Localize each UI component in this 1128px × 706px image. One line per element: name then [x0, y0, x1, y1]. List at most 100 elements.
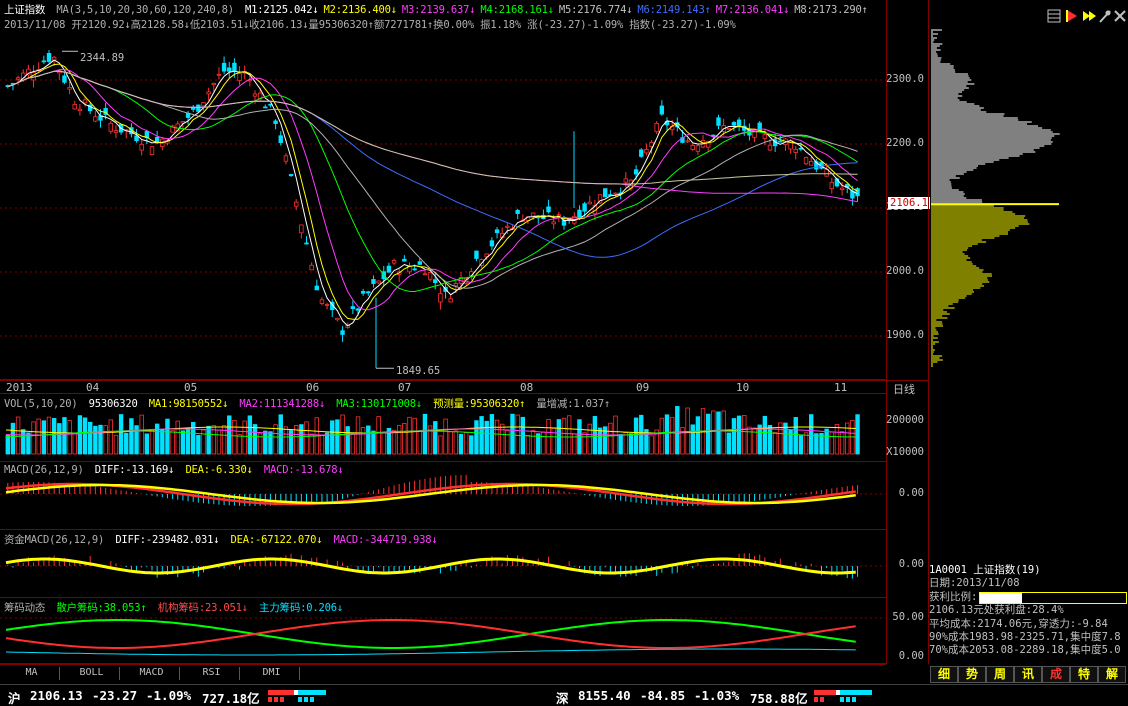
tab-macd[interactable]: MACD [124, 667, 180, 680]
month-06: 06 [306, 381, 320, 394]
tab-boll[interactable]: BOLL [64, 667, 120, 680]
macd-chart[interactable] [0, 462, 886, 530]
volume-bar [458, 434, 464, 455]
volume-bar [762, 415, 768, 455]
volume-bar [499, 423, 505, 455]
macd-panel[interactable]: MACD(26,12,9) DIFF:-13.169↓ DEA:-6.330↓ … [0, 462, 886, 530]
volume-bar [129, 418, 134, 455]
candle-body [695, 145, 701, 152]
candle-body [77, 108, 83, 112]
volume-bar [855, 414, 860, 455]
candle-body [582, 203, 587, 212]
volume-bar [541, 431, 546, 455]
volume-bar [525, 434, 531, 455]
fund-macd-axis: 0.00 [886, 530, 928, 598]
candle-body [633, 169, 639, 175]
candle-body [201, 102, 206, 107]
volume-bar [438, 435, 443, 455]
chips-chart[interactable] [0, 598, 886, 664]
volume-bar [731, 418, 737, 455]
volume-bar [505, 430, 510, 455]
candle-body [335, 317, 340, 321]
profit-bar: 28.4% [979, 591, 1127, 604]
chip-distribution-chart[interactable] [929, 0, 1128, 380]
side-btn-chips[interactable]: 成 [1042, 666, 1070, 683]
volume-bar [479, 416, 484, 455]
tab-rsi[interactable]: RSI [184, 667, 240, 680]
candle-body [304, 242, 309, 245]
side-btn-news[interactable]: 讯 [1014, 666, 1042, 683]
candle-body [417, 261, 422, 265]
side-btn-explain[interactable]: 解 [1098, 666, 1126, 683]
volume-bar [788, 429, 793, 455]
side-btn-week[interactable]: 周 [986, 666, 1014, 683]
candle-body [221, 62, 227, 72]
volume-bar [664, 414, 670, 455]
volume-bar [175, 420, 180, 455]
profit-row: 获利比例: 28.4% [929, 591, 1127, 604]
vol-unit: X10000 [886, 446, 924, 458]
macd-axis: 0.00 [886, 462, 928, 530]
price-tick-2200: 2200.0 [886, 137, 924, 149]
fund-macd-chart[interactable] [0, 530, 886, 598]
volume-bar [360, 427, 366, 455]
candle-body [803, 157, 809, 165]
sz-amount: 758.88亿 [750, 691, 808, 706]
candle-body [639, 149, 644, 157]
month-2013: 2013 [6, 381, 33, 394]
volume-bar [21, 429, 26, 455]
sz-change: -84.85 [640, 688, 686, 703]
tab-ma[interactable]: MA [4, 667, 60, 680]
candle-body [139, 143, 144, 151]
volume-chart[interactable] [0, 394, 886, 462]
candle-body [355, 308, 361, 311]
chips-panel[interactable]: 筹码动态 散户筹码:38.053↑ 机构筹码:23.051↓ 主力筹码:0.20… [0, 598, 886, 664]
candle-body [412, 268, 417, 271]
volume-bar [711, 410, 716, 455]
sh-label: 沪 [8, 691, 21, 706]
volume-bar [309, 433, 314, 455]
candle-body [67, 87, 72, 90]
side-btn-special[interactable]: 特 [1070, 666, 1098, 683]
candle-body [659, 105, 665, 115]
chip-info-box: 1A0001 上证指数(19) 日期:2013/11/08 获利比例: 28.4… [929, 564, 1127, 658]
volume-bar [36, 418, 41, 455]
volume-bar [809, 414, 814, 455]
volume-axis: 200000 X10000 [886, 394, 928, 462]
volume-bar [633, 417, 639, 455]
candle-body [613, 192, 618, 195]
fund-macd-zero-tick: 0.00 [898, 558, 924, 570]
price-tick-2000: 2000.0 [886, 265, 924, 277]
volume-bar [15, 416, 21, 455]
volume-panel[interactable]: VOL(5,10,20) 95306320 MA1:98150552↓ MA2:… [0, 394, 886, 462]
candle-body [371, 279, 376, 284]
month-05: 05 [184, 381, 198, 394]
candle-body [453, 283, 459, 287]
side-btn-trend[interactable]: 势 [958, 666, 986, 683]
candle-body [716, 117, 721, 126]
volume-bar [726, 432, 731, 455]
volume-bar [247, 415, 253, 455]
candle-body [644, 149, 649, 154]
stock-code: 1A0001 上证指数(19) [929, 564, 1041, 576]
period-axis: 日线 [886, 380, 928, 396]
volume-bar [824, 428, 829, 455]
volume-bar [118, 414, 124, 455]
candle-body [93, 116, 98, 122]
volume-bar [108, 419, 113, 455]
fund-macd-panel[interactable]: 资金MACD(26,12,9) DIFF:-239482.031↓ DEA:-6… [0, 530, 886, 598]
candle-body [314, 285, 319, 291]
month-09: 09 [636, 381, 650, 394]
volume-bar [695, 416, 701, 455]
price-panel[interactable]: 上证指数 MA(3,5,10,20,30,60,120,240,8) M1:21… [0, 0, 886, 380]
candlestick-chart[interactable] [0, 0, 886, 380]
candle-body [530, 212, 536, 217]
tab-dmi[interactable]: DMI [244, 667, 300, 680]
side-btn-detail[interactable]: 细 [930, 666, 958, 683]
volume-bar [443, 418, 448, 455]
macd-zero-tick: 0.00 [898, 487, 924, 499]
volume-bar [803, 432, 809, 455]
candle-body [829, 181, 834, 190]
ma-line-8 [7, 70, 858, 185]
volume-bar [345, 426, 350, 455]
